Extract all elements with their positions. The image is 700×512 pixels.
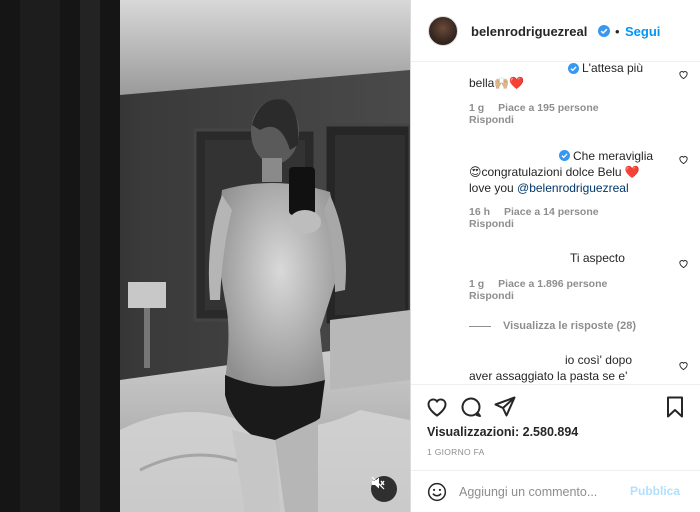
post-details-panel: belenrodriguezreal • Segui L'attesa più … (410, 0, 700, 512)
comment-meta: 1 g Piace a 1.896 persone (469, 278, 607, 290)
comment-meta: 1 g Piace a 195 persone (469, 102, 599, 114)
post-comment-button[interactable]: Pubblica (630, 484, 680, 498)
comment-text: Che meraviglia (573, 149, 654, 163)
like-comment-icon[interactable] (678, 360, 689, 371)
comment-text: 😍congratulazioni dolce Belu ❤️ (469, 165, 640, 179)
share-icon[interactable] (493, 395, 517, 419)
add-comment-bar: Pubblica (411, 470, 700, 512)
follow-button[interactable]: Segui (625, 24, 660, 39)
muted-speaker-icon (371, 476, 385, 490)
comment-text: Ti aspecto (570, 251, 625, 265)
reply-button[interactable]: Rispondi (469, 114, 514, 126)
post-actions: Visualizzazioni: 2.580.894 1 GIORNO FA (411, 384, 700, 464)
heart-icon[interactable] (425, 395, 449, 419)
post-timestamp: 1 GIORNO FA (427, 447, 485, 457)
view-replies-button[interactable]: Visualizza le risposte (28) (503, 320, 636, 332)
comment-input[interactable] (459, 483, 629, 501)
post-video[interactable] (0, 0, 410, 512)
comment-text: aver assaggiato la pasta se e' (469, 369, 628, 383)
reply-button[interactable]: Rispondi (469, 218, 514, 230)
like-comment-icon[interactable] (678, 69, 689, 80)
header-separator: • (615, 24, 620, 39)
comment-meta: 16 h Piace a 14 persone (469, 206, 599, 218)
video-frame (0, 0, 410, 512)
comment-time: 1 g (469, 102, 485, 114)
mention-link[interactable]: @belenrodriguezreal (517, 181, 629, 195)
comment-text: bella🙌🏼❤️ (469, 76, 525, 90)
verified-badge-icon (559, 150, 570, 161)
post-header: belenrodriguezreal • Segui (411, 0, 700, 62)
verified-badge-icon (568, 63, 579, 74)
comment-time: 16 h (469, 206, 491, 218)
comment-text: L'attesa più (582, 62, 644, 75)
author-username[interactable]: belenrodriguezreal (471, 24, 587, 39)
emoji-icon[interactable] (427, 482, 447, 502)
bookmark-icon[interactable] (663, 395, 687, 419)
verified-badge-icon (598, 25, 610, 37)
comment-time: 1 g (469, 278, 485, 290)
reply-button[interactable]: Rispondi (469, 290, 514, 302)
comment-likes[interactable]: Piace a 14 persone (504, 206, 599, 218)
instagram-post-view: belenrodriguezreal • Segui L'attesa più … (0, 0, 700, 512)
comment-icon[interactable] (459, 395, 483, 419)
comment-text: love you @belenrodriguezreal (469, 181, 629, 195)
views-count[interactable]: Visualizzazioni: 2.580.894 (427, 425, 578, 439)
comment-likes[interactable]: Piace a 195 persone (498, 102, 598, 114)
mute-button[interactable] (371, 476, 397, 502)
comment-text: io così' dopo (565, 353, 633, 367)
avatar[interactable] (428, 16, 458, 46)
comment-likes[interactable]: Piace a 1.896 persone (498, 278, 607, 290)
like-comment-icon[interactable] (678, 258, 689, 269)
like-comment-icon[interactable] (678, 154, 689, 165)
replies-divider (469, 326, 491, 327)
comments-list[interactable]: L'attesa più bella🙌🏼❤️ 1 g Piace a 195 pe… (411, 62, 700, 384)
